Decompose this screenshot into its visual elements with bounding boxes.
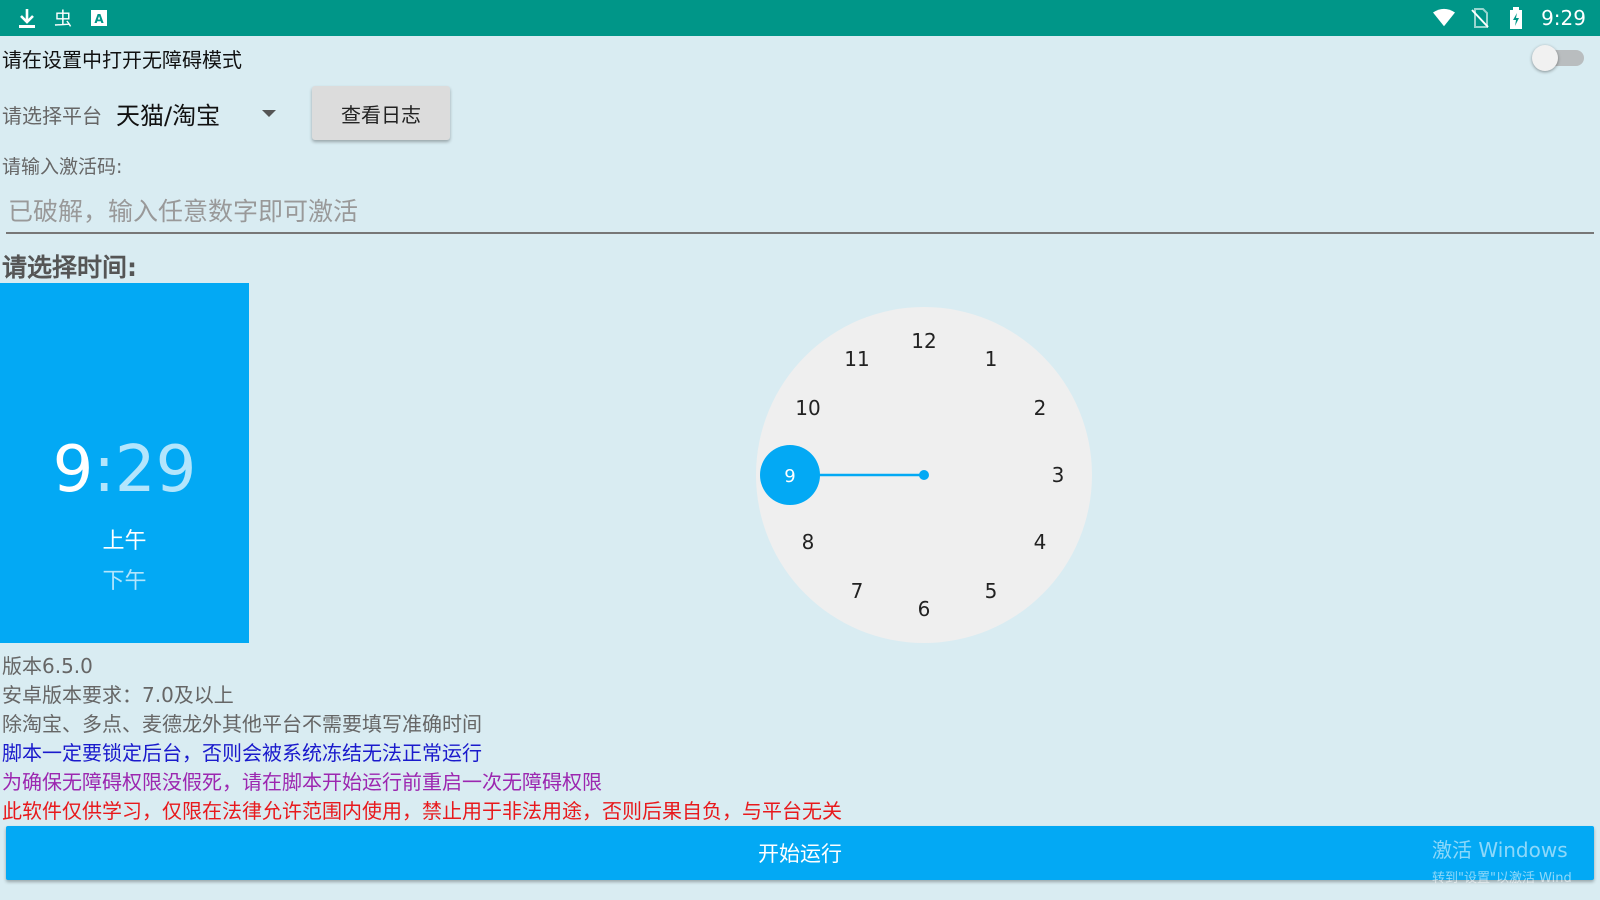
svg-text:A: A (94, 12, 104, 26)
lock-background-note: 脚本一定要锁定后台，否则会被系统冻结无法正常运行 (2, 741, 482, 765)
android-requirement-text: 安卓版本要求：7.0及以上 (2, 683, 234, 707)
clock-number-10[interactable]: 10 (795, 396, 820, 420)
accessibility-toggle[interactable] (1532, 44, 1586, 71)
am-option[interactable]: 上午 (0, 523, 249, 555)
dropdown-arrow-icon[interactable] (262, 110, 276, 117)
minute-display[interactable]: 29 (115, 433, 196, 507)
view-log-button[interactable]: 查看日志 (312, 86, 450, 140)
clock-number-2[interactable]: 2 (1034, 396, 1047, 420)
time-select-label: 请选择时间: (2, 253, 137, 282)
pm-option[interactable]: 下午 (0, 563, 249, 595)
clock-number-5[interactable]: 5 (985, 579, 998, 603)
accessibility-prompt: 请在设置中打开无障碍模式 (2, 48, 242, 72)
toggle-thumb (1532, 45, 1558, 71)
bug-icon: 虫 (54, 9, 72, 30)
hour-display[interactable]: 9 (53, 433, 94, 507)
download-icon (16, 7, 38, 29)
battery-icon (1505, 7, 1527, 29)
clock-number-6[interactable]: 6 (918, 597, 931, 621)
status-time: 9:29 (1541, 6, 1586, 30)
windows-activation-watermark: 激活 Windows 转到"设置"以激活 Wind (1432, 834, 1572, 886)
start-run-button[interactable]: 开始运行 (6, 826, 1594, 880)
clock-number-11[interactable]: 11 (844, 347, 869, 371)
clock-number-4[interactable]: 4 (1034, 530, 1047, 554)
platform-note-text: 除淘宝、多点、麦德龙外其他平台不需要填写准确时间 (2, 712, 482, 736)
version-text: 版本6.5.0 (2, 654, 93, 678)
accessibility-restart-note: 为确保无障碍权限没假死，请在脚本开始运行前重启一次无障碍权限 (2, 770, 602, 794)
clock-number-8[interactable]: 8 (802, 530, 815, 554)
clock-number-12[interactable]: 12 (911, 329, 936, 353)
clock-dial[interactable]: 12 1 2 3 4 5 6 7 8 9 10 11 (756, 307, 1092, 643)
clock-number-1[interactable]: 1 (985, 347, 998, 371)
clock-center-dot (919, 470, 929, 480)
watermark-subtitle: 转到"设置"以激活 Wind (1432, 871, 1572, 886)
disclaimer-text: 此软件仅供学习，仅限在法律允许范围内使用，禁止用于非法用途，否则后果自负，与平台… (2, 799, 842, 823)
no-sim-icon (1469, 7, 1491, 29)
clock-number-3[interactable]: 3 (1052, 463, 1065, 487)
wifi-icon (1433, 7, 1456, 29)
platform-label: 请选择平台 (2, 104, 102, 128)
time-separator: : (93, 433, 115, 507)
clock-number-9[interactable]: 9 (784, 466, 795, 487)
status-bar: 虫 A 9:29 (0, 0, 1600, 36)
a-text-icon: A (88, 7, 110, 29)
watermark-title: 激活 Windows (1432, 838, 1568, 862)
time-display: 9:29 (0, 433, 249, 507)
time-header-panel: 9:29 上午 下午 (0, 283, 249, 643)
activation-code-label: 请输入激活码: (2, 156, 123, 178)
activation-code-input[interactable] (6, 190, 1594, 234)
platform-dropdown[interactable]: 天猫/淘宝 (116, 96, 220, 131)
clock-number-7[interactable]: 7 (851, 579, 864, 603)
